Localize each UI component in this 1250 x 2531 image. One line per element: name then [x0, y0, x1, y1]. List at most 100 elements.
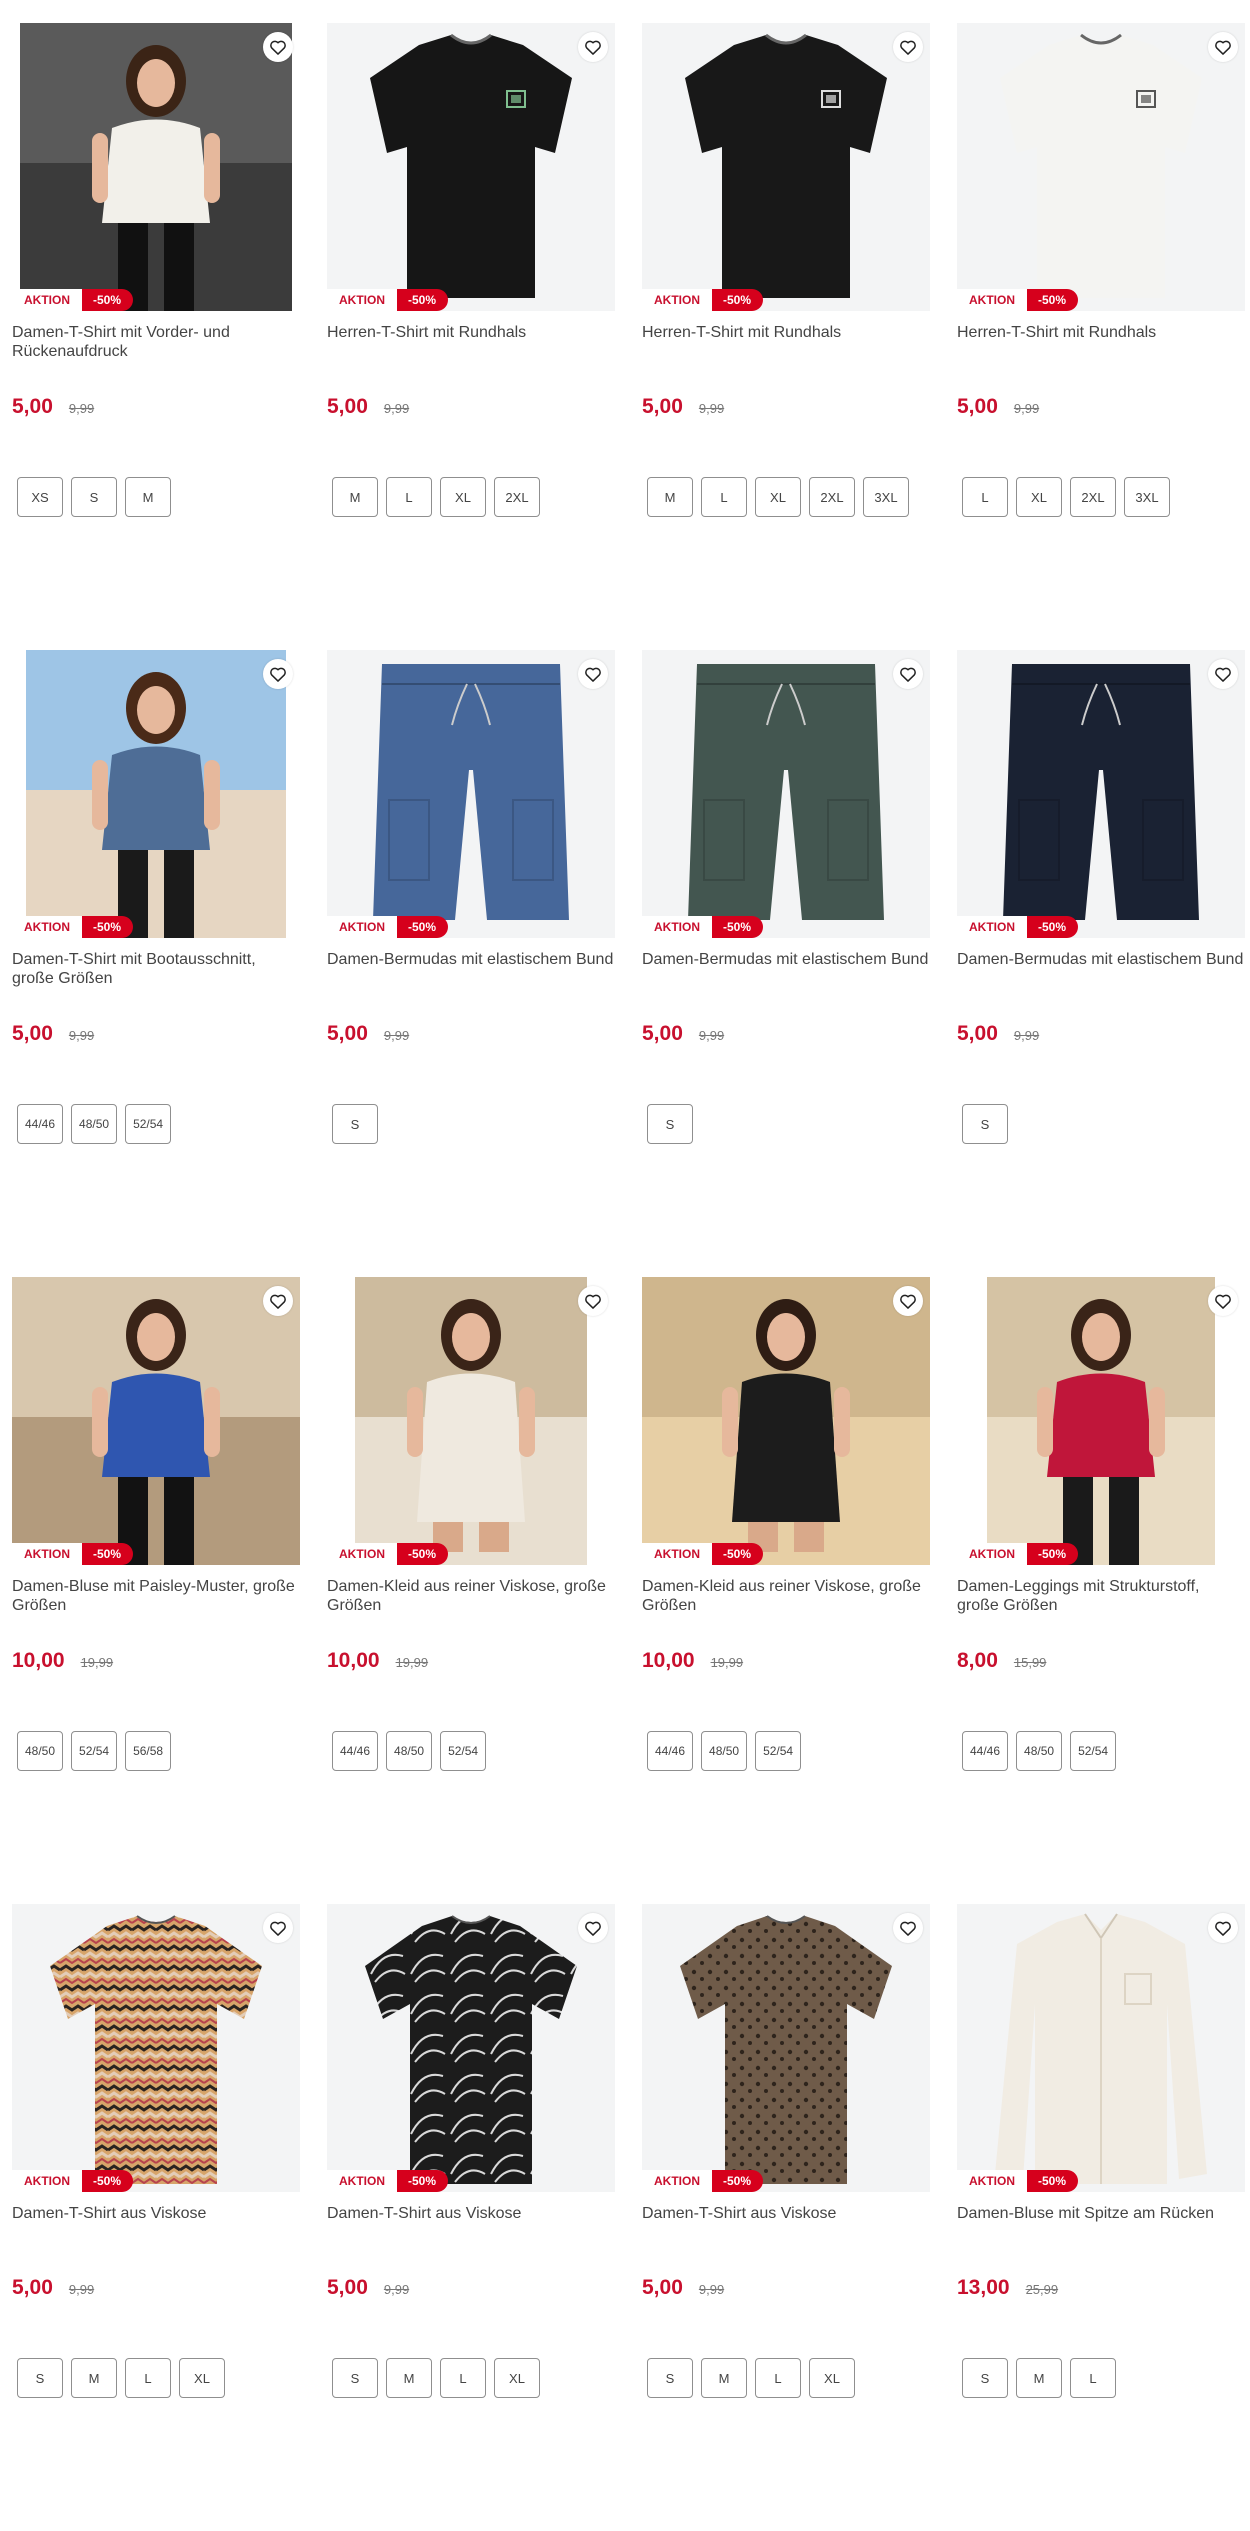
favorite-heart-icon[interactable] [578, 659, 608, 689]
product-image[interactable]: AKTION -50% [327, 23, 615, 311]
size-option[interactable]: S [71, 477, 117, 517]
size-option[interactable]: 48/50 [17, 1731, 64, 1771]
size-option[interactable]: L [386, 477, 432, 517]
size-option[interactable]: XL [755, 477, 801, 517]
size-option[interactable]: S [647, 2358, 693, 2398]
size-option[interactable]: 44/46 [17, 1104, 64, 1144]
product-title[interactable]: Herren-T-Shirt mit Rundhals [957, 323, 1245, 363]
size-option[interactable]: 52/54 [125, 1104, 172, 1144]
product-card[interactable]: AKTION -50% Damen-Bluse mit Spitze am Rü… [957, 1904, 1245, 2531]
size-option[interactable]: S [647, 1104, 693, 1144]
product-image[interactable]: AKTION -50% [12, 23, 300, 311]
product-card[interactable]: AKTION -50% Damen-T-Shirt aus Viskose 5,… [642, 1904, 930, 2531]
size-option[interactable]: S [332, 2358, 378, 2398]
product-image[interactable]: AKTION -50% [12, 1277, 300, 1565]
favorite-heart-icon[interactable] [893, 1286, 923, 1316]
product-image[interactable]: AKTION -50% [12, 1904, 300, 2192]
product-card[interactable]: AKTION -50% Damen-Bermudas mit elastisch… [327, 650, 615, 1277]
size-option[interactable]: 48/50 [386, 1731, 433, 1771]
product-title[interactable]: Damen-Kleid aus reiner Viskose, große Gr… [642, 1577, 930, 1617]
product-title[interactable]: Damen-Bermudas mit elastischem Bund [327, 950, 615, 990]
product-card[interactable]: AKTION -50% Damen-T-Shirt aus Viskose 5,… [12, 1904, 300, 2531]
size-option[interactable]: XL [440, 477, 486, 517]
size-option[interactable]: M [701, 2358, 747, 2398]
size-option[interactable]: XL [179, 2358, 225, 2398]
product-title[interactable]: Damen-Leggings mit Strukturstoff, große … [957, 1577, 1245, 1617]
size-option[interactable]: M [647, 477, 693, 517]
product-card[interactable]: AKTION -50% Damen-T-Shirt mit Vorder- un… [12, 23, 300, 650]
favorite-heart-icon[interactable] [1208, 1913, 1238, 1943]
size-option[interactable]: 48/50 [1016, 1731, 1063, 1771]
size-option[interactable]: L [755, 2358, 801, 2398]
size-option[interactable]: M [386, 2358, 432, 2398]
product-title[interactable]: Herren-T-Shirt mit Rundhals [642, 323, 930, 363]
size-option[interactable]: 52/54 [755, 1731, 802, 1771]
size-option[interactable]: L [440, 2358, 486, 2398]
size-option[interactable]: M [125, 477, 171, 517]
favorite-heart-icon[interactable] [263, 32, 293, 62]
product-card[interactable]: AKTION -50% Damen-Kleid aus reiner Visko… [327, 1277, 615, 1904]
favorite-heart-icon[interactable] [263, 659, 293, 689]
product-title[interactable]: Herren-T-Shirt mit Rundhals [327, 323, 615, 363]
size-option[interactable]: M [71, 2358, 117, 2398]
size-option[interactable]: 2XL [809, 477, 855, 517]
product-card[interactable]: AKTION -50% Damen-Bermudas mit elastisch… [642, 650, 930, 1277]
size-option[interactable]: L [1070, 2358, 1116, 2398]
product-image[interactable]: AKTION -50% [957, 650, 1245, 938]
favorite-heart-icon[interactable] [1208, 1286, 1238, 1316]
product-card[interactable]: AKTION -50% Damen-T-Shirt mit Bootaussch… [12, 650, 300, 1277]
size-option[interactable]: L [962, 477, 1008, 517]
product-image[interactable]: AKTION -50% [642, 23, 930, 311]
product-title[interactable]: Damen-Bluse mit Paisley-Muster, große Gr… [12, 1577, 300, 1617]
size-option[interactable]: 3XL [863, 477, 909, 517]
size-option[interactable]: S [962, 1104, 1008, 1144]
favorite-heart-icon[interactable] [893, 32, 923, 62]
favorite-heart-icon[interactable] [263, 1913, 293, 1943]
product-image[interactable]: AKTION -50% [642, 1277, 930, 1565]
size-option[interactable]: S [962, 2358, 1008, 2398]
product-title[interactable]: Damen-Kleid aus reiner Viskose, große Gr… [327, 1577, 615, 1617]
product-card[interactable]: AKTION -50% Herren-T-Shirt mit Rundhals … [957, 23, 1245, 650]
product-title[interactable]: Damen-Bluse mit Spitze am Rücken [957, 2204, 1245, 2244]
favorite-heart-icon[interactable] [1208, 32, 1238, 62]
product-image[interactable]: AKTION -50% [327, 650, 615, 938]
product-card[interactable]: AKTION -50% Damen-Kleid aus reiner Visko… [642, 1277, 930, 1904]
size-option[interactable]: 44/46 [962, 1731, 1009, 1771]
size-option[interactable]: 2XL [1070, 477, 1116, 517]
size-option[interactable]: 2XL [494, 477, 540, 517]
size-option[interactable]: 48/50 [701, 1731, 748, 1771]
size-option[interactable]: 44/46 [647, 1731, 694, 1771]
size-option[interactable]: S [17, 2358, 63, 2398]
product-image[interactable]: AKTION -50% [642, 650, 930, 938]
product-card[interactable]: AKTION -50% Herren-T-Shirt mit Rundhals … [642, 23, 930, 650]
favorite-heart-icon[interactable] [578, 32, 608, 62]
size-option[interactable]: M [1016, 2358, 1062, 2398]
product-title[interactable]: Damen-T-Shirt aus Viskose [12, 2204, 300, 2244]
product-title[interactable]: Damen-T-Shirt mit Vorder- und Rückenaufd… [12, 323, 300, 363]
product-card[interactable]: AKTION -50% Damen-Bluse mit Paisley-Must… [12, 1277, 300, 1904]
size-option[interactable]: L [125, 2358, 171, 2398]
product-card[interactable]: AKTION -50% Herren-T-Shirt mit Rundhals … [327, 23, 615, 650]
product-card[interactable]: AKTION -50% Damen-Leggings mit Strukturs… [957, 1277, 1245, 1904]
size-option[interactable]: 44/46 [332, 1731, 379, 1771]
size-option[interactable]: M [332, 477, 378, 517]
product-image[interactable]: AKTION -50% [957, 1277, 1245, 1565]
size-option[interactable]: 52/54 [440, 1731, 487, 1771]
product-image[interactable]: AKTION -50% [957, 23, 1245, 311]
size-option[interactable]: 3XL [1124, 477, 1170, 517]
product-title[interactable]: Damen-T-Shirt mit Bootausschnitt, große … [12, 950, 300, 990]
product-card[interactable]: AKTION -50% Damen-Bermudas mit elastisch… [957, 650, 1245, 1277]
product-image[interactable]: AKTION -50% [327, 1904, 615, 2192]
product-image[interactable]: AKTION -50% [957, 1904, 1245, 2192]
size-option[interactable]: 52/54 [71, 1731, 118, 1771]
favorite-heart-icon[interactable] [263, 1286, 293, 1316]
product-title[interactable]: Damen-T-Shirt aus Viskose [327, 2204, 615, 2244]
product-title[interactable]: Damen-Bermudas mit elastischem Bund [642, 950, 930, 990]
product-card[interactable]: AKTION -50% Damen-T-Shirt aus Viskose 5,… [327, 1904, 615, 2531]
size-option[interactable]: 48/50 [71, 1104, 118, 1144]
favorite-heart-icon[interactable] [578, 1286, 608, 1316]
size-option[interactable]: L [701, 477, 747, 517]
size-option[interactable]: XL [494, 2358, 540, 2398]
size-option[interactable]: 52/54 [1070, 1731, 1117, 1771]
favorite-heart-icon[interactable] [893, 659, 923, 689]
